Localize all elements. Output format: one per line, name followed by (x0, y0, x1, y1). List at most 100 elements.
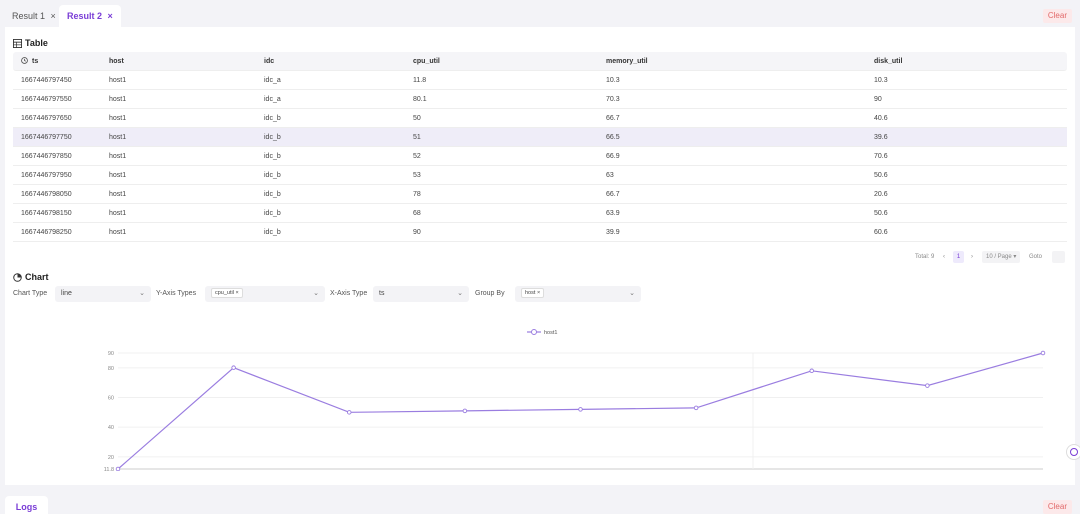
cell-host: host1 (109, 229, 127, 236)
tab-result-2[interactable]: Result 2 × (59, 5, 121, 27)
page-size-value: 10 / Page (986, 254, 1012, 260)
cell-cpu-util: 68 (413, 210, 421, 217)
group-by-select[interactable]: host × ⌄ (515, 286, 641, 302)
cell-host: host1 (109, 191, 127, 198)
cell-host: host1 (109, 210, 127, 217)
chart-type-select[interactable]: line ⌄ (55, 286, 151, 302)
table-row[interactable]: 1667446797550 host1 idc_a 80.1 70.3 90 (13, 90, 1067, 109)
table-row[interactable]: 1667446797950 host1 idc_b 53 63 50.6 (13, 166, 1067, 185)
table-row[interactable]: 1667446798250 host1 idc_b 90 39.9 60.6 (13, 223, 1067, 242)
cell-memory-util: 70.3 (606, 96, 620, 103)
data-point (347, 410, 352, 415)
cell-memory-util: 63 (606, 172, 614, 179)
cell-host: host1 (109, 77, 127, 84)
cell-memory-util: 39.9 (606, 229, 620, 236)
prev-page-button[interactable]: ‹ (943, 251, 945, 263)
column-header-ts[interactable]: ts (32, 52, 38, 71)
cell-host: host1 (109, 96, 127, 103)
cell-idc: idc_b (264, 153, 281, 160)
data-point (231, 365, 236, 370)
cell-idc: idc_b (264, 191, 281, 198)
table-icon (13, 38, 22, 48)
tab-label: Result 2 (67, 11, 103, 21)
chart-section-title: Chart (13, 272, 49, 282)
tab-label: Result 1 (12, 11, 46, 21)
cell-idc: idc_b (264, 115, 281, 122)
tag-close-icon[interactable]: × (537, 290, 540, 296)
cell-memory-util: 66.9 (606, 153, 620, 160)
column-header-cpu-util[interactable]: cpu_util (413, 52, 440, 71)
cell-ts: 1667446797450 (21, 77, 72, 84)
tab-result-1[interactable]: Result 1 × (4, 5, 64, 27)
cell-ts: 1667446797550 (21, 96, 72, 103)
cell-ts: 1667446797850 (21, 153, 72, 160)
column-header-idc[interactable]: idc (264, 52, 274, 71)
y-axis-tag: cpu_util × (211, 287, 243, 298)
table-header-row: ts host idc cpu_util memory_util disk_ut… (13, 52, 1067, 71)
cell-disk-util: 10.3 (874, 77, 888, 84)
chart-title: Chart (25, 272, 49, 282)
legend-marker (531, 329, 537, 335)
cell-idc: idc_a (264, 77, 281, 84)
cell-memory-util: 66.7 (606, 191, 620, 198)
cell-idc: idc_b (264, 210, 281, 217)
table-row[interactable]: 1667446797750 host1 idc_b 51 66.5 39.6 (13, 128, 1067, 147)
cell-cpu-util: 50 (413, 115, 421, 122)
chart-type-label: Chart Type (13, 290, 48, 297)
data-point (462, 408, 468, 414)
cell-ts: 1667446798050 (21, 191, 72, 198)
pie-chart-icon (13, 272, 22, 282)
data-point (809, 368, 815, 374)
table-row[interactable]: 1667446797850 host1 idc_b 52 66.9 70.6 (13, 147, 1067, 166)
x-axis-type-value: ts (379, 290, 385, 297)
cell-memory-util: 66.7 (606, 115, 620, 122)
x-axis-type-label: X-Axis Type (330, 290, 368, 297)
cell-memory-util: 10.3 (606, 77, 620, 84)
close-icon[interactable]: × (108, 11, 113, 21)
page-1-button[interactable]: 1 (953, 251, 964, 263)
line-chart: 11.8204060809011:39:58host1 (104, 329, 1046, 471)
goto-page-input[interactable] (1052, 251, 1065, 263)
cell-ts: 1667446797650 (21, 115, 72, 122)
cell-host: host1 (109, 115, 127, 122)
clear-results-button[interactable]: Clear (1042, 9, 1072, 23)
logs-bar: Logs Clear (0, 494, 1080, 514)
column-header-disk-util[interactable]: disk_util (874, 52, 902, 71)
y-tick-label: 60 (108, 396, 114, 402)
clear-logs-button[interactable]: Clear (1042, 500, 1072, 514)
cell-memory-util: 66.5 (606, 134, 620, 141)
cell-disk-util: 50.6 (874, 172, 888, 179)
cell-idc: idc_a (264, 96, 281, 103)
column-header-memory-util[interactable]: memory_util (606, 52, 648, 71)
clock-icon (21, 52, 28, 71)
cell-cpu-util: 51 (413, 134, 421, 141)
table-row[interactable]: 1667446797450 host1 idc_a 11.8 10.3 10.3 (13, 71, 1067, 90)
cell-host: host1 (109, 153, 127, 160)
tag-close-icon[interactable]: × (236, 290, 239, 296)
cell-disk-util: 90 (874, 96, 882, 103)
page-size-select[interactable]: 10 / Page ▾ (982, 251, 1021, 263)
next-page-button[interactable]: › (971, 251, 973, 263)
legend-label-host1: host1 (544, 330, 557, 336)
chevron-down-icon: ⌄ (629, 290, 635, 297)
cell-cpu-util: 53 (413, 172, 421, 179)
tag-label: cpu_util (215, 289, 234, 296)
tab-logs[interactable]: Logs (5, 496, 48, 514)
y-tick-label: 11.8 (104, 467, 114, 471)
data-point (115, 466, 121, 471)
tag-label: host (525, 289, 536, 296)
close-icon[interactable]: × (51, 11, 56, 21)
group-by-tag: host × (521, 287, 545, 298)
cell-ts: 1667446797950 (21, 172, 72, 179)
side-panel-toggle[interactable] (1066, 444, 1080, 460)
table-row[interactable]: 1667446797650 host1 idc_b 50 66.7 40.6 (13, 109, 1067, 128)
cell-ts: 1667446798150 (21, 210, 72, 217)
chevron-down-icon: ⌄ (457, 290, 463, 297)
table-row[interactable]: 1667446798050 host1 idc_b 78 66.7 20.6 (13, 185, 1067, 204)
cell-idc: idc_b (264, 172, 281, 179)
column-header-host[interactable]: host (109, 52, 124, 71)
y-axis-types-select[interactable]: cpu_util × ⌄ (205, 286, 325, 302)
cell-cpu-util: 80.1 (413, 96, 427, 103)
x-axis-type-select[interactable]: ts ⌄ (373, 286, 469, 302)
table-row[interactable]: 1667446798150 host1 idc_b 68 63.9 50.6 (13, 204, 1067, 223)
